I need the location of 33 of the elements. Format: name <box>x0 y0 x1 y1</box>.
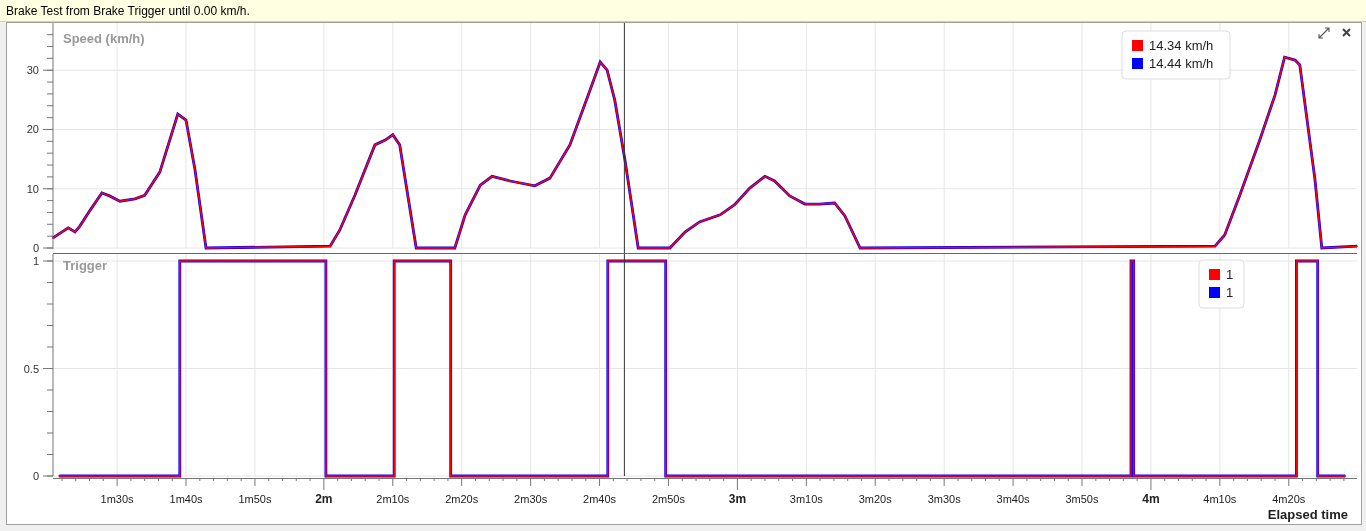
legend-label: 1 <box>1226 285 1234 300</box>
axis-label: 1 <box>32 255 39 267</box>
axis-label: 0 <box>32 470 39 482</box>
chart-title: Speed (km/h) <box>63 31 145 46</box>
axis-label: 4m10s <box>1203 493 1237 505</box>
axis-label: 3m30s <box>927 493 961 505</box>
axis-label: 3m <box>728 492 747 506</box>
legend-label: 14.44 km/h <box>1149 56 1214 71</box>
axis-label: 2m50s <box>651 493 685 505</box>
axis-title: Elapsed time <box>1267 507 1348 522</box>
axis-label: 4m <box>1142 492 1160 506</box>
axis-label: 3m50s <box>1065 493 1099 505</box>
axis-label: 30 <box>26 64 39 77</box>
chart-title: Trigger <box>63 258 108 273</box>
axis-label: 2m20s <box>445 493 479 505</box>
axis-label: 2m40s <box>583 493 617 505</box>
axis-label: 1m30s <box>100 493 134 505</box>
axis-label: 3m40s <box>996 493 1030 505</box>
axis-label: 2m30s <box>514 493 548 505</box>
axis-label: 2m <box>315 492 333 506</box>
legend-label: 14.34 km/h <box>1149 38 1214 53</box>
axis-label: 10 <box>26 182 39 195</box>
axis-label: 3m20s <box>858 493 892 505</box>
axis-label: 1m40s <box>169 493 203 505</box>
axis-label: 3m10s <box>789 493 823 505</box>
legend-label: 1 <box>1226 267 1234 282</box>
banner-text: Brake Test from Brake Trigger until 0.00 km/h. <box>6 4 250 18</box>
axis-label: 0.5 <box>23 362 39 375</box>
axis-label: 4m20s <box>1272 493 1306 505</box>
axis-label: 0 <box>32 242 39 254</box>
axis-label: 1m50s <box>238 493 272 505</box>
axis-label: 20 <box>26 123 39 136</box>
axis-label: 2m10s <box>376 493 410 505</box>
